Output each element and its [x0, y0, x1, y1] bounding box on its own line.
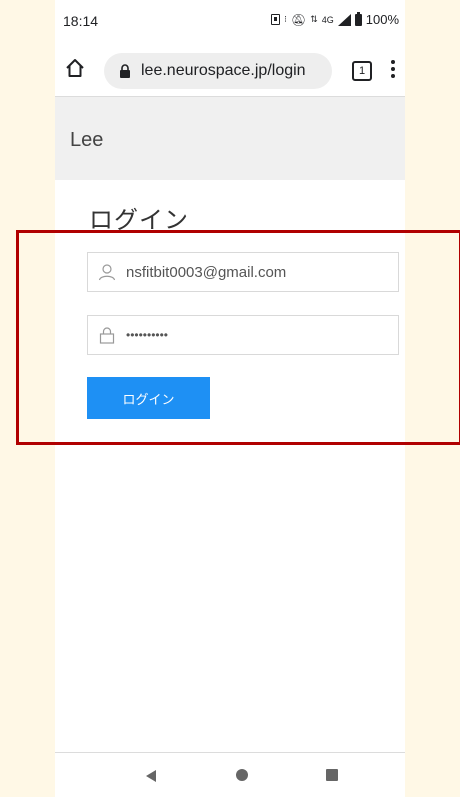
sim-card-icon: [271, 14, 281, 25]
browser-toolbar: lee.neurospace.jp/login 1: [55, 46, 405, 97]
overflow-menu-icon[interactable]: [390, 60, 396, 80]
battery-icon: [354, 11, 362, 26]
battery-level: 100%: [365, 12, 399, 27]
status-icons: ⁝ 🔕︎ ⇅ 4G 100%: [271, 11, 399, 27]
home-nav-icon[interactable]: [236, 769, 248, 781]
recent-apps-icon[interactable]: [326, 769, 338, 781]
back-icon[interactable]: [144, 769, 158, 783]
app-header: Lee: [55, 97, 405, 180]
tab-switcher-button[interactable]: 1: [352, 61, 372, 81]
lock-icon: [120, 64, 130, 78]
signal-icon: [337, 13, 351, 26]
network-type: 4G: [321, 14, 334, 25]
highlight-annotation: [16, 230, 460, 445]
android-nav-bar: [55, 752, 405, 797]
url-text: lee.neurospace.jp/login: [141, 62, 306, 79]
status-bar: 18:14 ⁝ 🔕︎ ⇅ 4G 100%: [55, 0, 405, 46]
mute-icon: 🔕︎: [290, 12, 307, 27]
address-bar[interactable]: lee.neurospace.jp/login: [104, 53, 332, 89]
notification-dots-icon: ⁝: [284, 14, 287, 24]
status-time: 18:14: [63, 13, 99, 29]
brand-title[interactable]: Lee: [70, 129, 103, 152]
home-icon[interactable]: [64, 57, 86, 79]
data-arrows-icon: ⇅: [310, 14, 318, 24]
